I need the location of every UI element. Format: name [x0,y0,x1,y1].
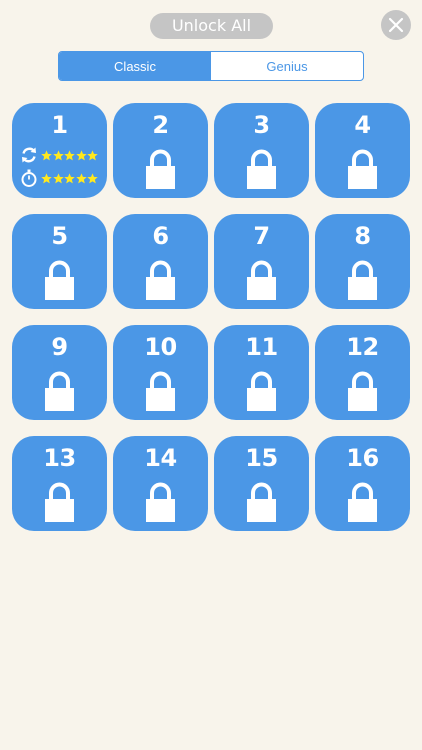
star-icon [52,172,64,183]
level-number: 1 [51,111,68,139]
stopwatch-icon [21,169,37,187]
level-number: 16 [346,444,379,472]
star-icon [41,172,52,183]
level-number: 15 [245,444,278,472]
level-number: 14 [144,444,177,472]
lock-icon [348,149,377,189]
level-tile-9[interactable]: 9 [12,325,107,420]
lock-icon [45,260,74,300]
level-tile-10[interactable]: 10 [113,325,208,420]
level-tile-6[interactable]: 6 [113,214,208,309]
level-tile-16[interactable]: 16 [315,436,410,531]
star-icon [64,149,75,160]
star-icon [87,172,98,183]
lock-icon [348,260,377,300]
star-icon [87,149,98,160]
level-number: 7 [253,222,270,250]
level-grid: 1 2 3 4 5 6 7 8 9 10 11 12 13 14 15 16 [12,103,410,531]
close-icon [388,17,404,33]
lock-icon [146,149,175,189]
level-tile-4[interactable]: 4 [315,103,410,198]
lock-icon [45,371,74,411]
mode-segmented-control: Classic Genius [58,51,364,81]
close-button[interactable] [381,10,411,40]
level-number: 6 [152,222,169,250]
level-number: 3 [253,111,270,139]
lock-icon [348,371,377,411]
level-number: 9 [51,333,68,361]
lock-icon [247,371,276,411]
star-icon [64,172,75,183]
lock-icon [146,482,175,522]
level-tile-11[interactable]: 11 [214,325,309,420]
level-tile-12[interactable]: 12 [315,325,410,420]
unlock-all-button[interactable]: Unlock All [150,13,273,39]
star-icon [52,149,64,160]
level-number: 4 [354,111,371,139]
star-icon [75,149,87,160]
level-tile-1[interactable]: 1 [12,103,107,198]
moves-rating [20,146,99,164]
level-number: 12 [346,333,379,361]
lock-icon [247,149,276,189]
lock-icon [146,260,175,300]
tab-genius[interactable]: Genius [211,52,363,80]
level-tile-13[interactable]: 13 [12,436,107,531]
lock-icon [348,482,377,522]
level-number: 8 [354,222,371,250]
level-tile-3[interactable]: 3 [214,103,309,198]
star-icon [75,172,87,183]
lock-icon [247,260,276,300]
level-number: 11 [245,333,278,361]
level-tile-2[interactable]: 2 [113,103,208,198]
lock-icon [45,482,74,522]
level-tile-7[interactable]: 7 [214,214,309,309]
star-rating [41,172,99,184]
level-tile-8[interactable]: 8 [315,214,410,309]
level-number: 2 [152,111,169,139]
tab-classic[interactable]: Classic [59,52,211,80]
level-tile-5[interactable]: 5 [12,214,107,309]
star-icon [41,149,52,160]
level-number: 5 [51,222,68,250]
star-rating [41,149,99,161]
lock-icon [146,371,175,411]
level-tile-15[interactable]: 15 [214,436,309,531]
time-rating [20,169,99,187]
level-number: 10 [144,333,177,361]
lock-icon [247,482,276,522]
level-tile-14[interactable]: 14 [113,436,208,531]
refresh-icon [22,147,36,163]
level-number: 13 [43,444,76,472]
